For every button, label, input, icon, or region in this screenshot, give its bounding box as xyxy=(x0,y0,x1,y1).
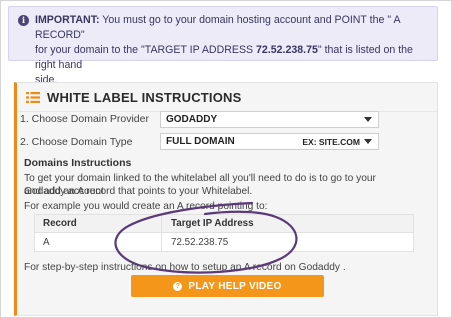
steps-text: For step-by-step instructions on how to … xyxy=(24,262,346,273)
panel-title: WHITE LABEL INSTRUCTIONS xyxy=(26,90,242,105)
alert-line-2: for your domain to the "TARGET IP ADDRES… xyxy=(35,43,427,73)
record-table: Record Target IP Address A 72.52.238.75 xyxy=(34,214,414,252)
header-target-ip: Target IP Address xyxy=(171,218,254,229)
table-row: A 72.52.238.75 xyxy=(35,233,413,251)
table-header-row: Record Target IP Address xyxy=(35,215,413,233)
provider-value: GODADDY xyxy=(166,114,218,125)
panel-title-text: WHITE LABEL INSTRUCTIONS xyxy=(47,90,242,105)
cell-record: A xyxy=(35,233,162,251)
chevron-down-icon xyxy=(364,139,372,144)
alert-line2-pre: for your domain to the "TARGET IP ADDRES… xyxy=(35,44,257,56)
example-text: For example you would create an A record… xyxy=(24,201,268,212)
alert-ip: 72.52.238.75 xyxy=(256,44,318,56)
info-icon: i xyxy=(18,15,29,26)
cell-target-ip: 72.52.238.75 xyxy=(171,236,229,248)
alert-strong: IMPORTANT: xyxy=(35,14,100,26)
alert-line-1: IMPORTANT: You must go to your domain ho… xyxy=(35,13,427,43)
provider-label: 1. Choose Domain Provider xyxy=(20,113,149,125)
question-icon: ? xyxy=(173,281,183,291)
instructions-heading: Domains Instructions xyxy=(24,157,132,169)
instructions-line-2: and add an A record that points to your … xyxy=(24,186,253,197)
list-icon xyxy=(26,92,40,103)
domain-type-label: 2. Choose Domain Type xyxy=(20,136,133,148)
domain-type-value: FULL DOMAIN xyxy=(166,136,235,147)
provider-select[interactable]: GODADDY xyxy=(160,111,379,128)
play-help-video-label: PLAY HELP VIDEO xyxy=(188,280,282,292)
header-record: Record xyxy=(35,215,162,232)
domain-type-select[interactable]: FULL DOMAIN EX: SITE.COM xyxy=(160,133,379,150)
domain-type-example: EX: SITE.COM xyxy=(302,137,360,147)
chevron-down-icon xyxy=(364,117,372,122)
play-help-video-button[interactable]: ? PLAY HELP VIDEO xyxy=(131,275,324,297)
important-alert: i IMPORTANT: You must go to your domain … xyxy=(8,6,438,86)
